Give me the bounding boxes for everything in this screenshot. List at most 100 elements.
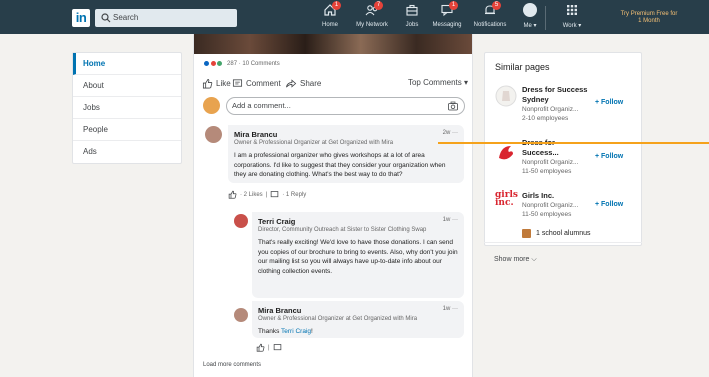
show-more-button[interactable]: Show more ⌵ [494, 256, 537, 264]
nav-me[interactable]: Me ▾ [519, 3, 541, 33]
reply-text-suffix: ! [311, 328, 313, 335]
nav-home-label: Home [321, 22, 338, 28]
follow-button[interactable]: + Follow [595, 153, 623, 160]
school-alumnus[interactable]: 1 school alumnus [522, 229, 590, 238]
annotation-line [438, 142, 709, 144]
comment-input[interactable]: Add a comment... [226, 97, 465, 115]
premium-link[interactable]: Try Premium Free for 1 Month [620, 11, 678, 25]
comment-text: I am a professional organizer who gives … [234, 152, 446, 178]
follow-button[interactable]: + Follow [595, 201, 623, 208]
search-placeholder: Search [113, 13, 139, 22]
comment-bubble: Mira Brancu Owner & Professional Organiz… [228, 125, 464, 183]
mention-link[interactable]: Terri Craig [281, 328, 311, 335]
commenter-avatar[interactable] [205, 126, 222, 143]
similar-page-info: Girls Inc. Nonprofit Organiz... 11-50 em… [522, 191, 592, 219]
replier-name[interactable]: Mira Brancu [258, 306, 458, 315]
replier-headline: Owner & Professional Organizer at Get Or… [258, 316, 418, 322]
reply-text-prefix: Thanks [258, 328, 282, 335]
company-logo-icon: girls inc. [495, 190, 518, 208]
replier-avatar[interactable] [234, 308, 248, 322]
similar-page-name[interactable]: Girls Inc. [522, 191, 592, 201]
sidebar-item-ads[interactable]: Ads [73, 141, 181, 163]
sidebar-item-people[interactable]: People [73, 119, 181, 141]
reply-bubble: Terri Craig Director, Community Outreach… [252, 212, 464, 298]
camera-icon[interactable] [448, 101, 458, 111]
likes-count[interactable]: · 2 Likes [240, 192, 263, 198]
company-logo-icon [495, 85, 517, 107]
sidebar-item-home[interactable]: Home [73, 53, 181, 75]
sort-comments-dropdown[interactable]: Top Comments ▾ [408, 78, 468, 87]
similar-page-item[interactable]: girls inc. Girls Inc. Nonprofit Organiz.… [485, 191, 641, 225]
replier-name[interactable]: Terri Craig [258, 217, 458, 226]
comment-meta[interactable]: 2w ··· [443, 130, 458, 136]
reply-icon[interactable] [270, 190, 279, 199]
replier-avatar[interactable] [234, 214, 248, 228]
similar-page-industry: Nonprofit Organiz... [522, 159, 579, 166]
comment-button[interactable]: Comment [232, 78, 281, 89]
search-icon [101, 13, 111, 23]
similar-page-item[interactable]: Dress for Success Sydney Nonprofit Organ… [485, 85, 641, 133]
school-icon [522, 229, 531, 238]
reply-meta[interactable]: 1w ··· [443, 306, 458, 312]
nav-home[interactable]: 1 Home [318, 1, 342, 33]
sidebar-item-jobs[interactable]: Jobs [73, 97, 181, 119]
search-input[interactable]: Search [95, 9, 237, 27]
commenter-headline: Owner & Professional Organizer at Get Or… [234, 140, 394, 146]
reply-meta[interactable]: 1w ··· [443, 217, 458, 223]
notifications-badge: 5 [492, 1, 501, 10]
comment-placeholder: Add a comment... [232, 101, 291, 110]
nav-notifications[interactable]: 5 Notifications [470, 1, 510, 33]
replies-count[interactable]: · 1 Reply [282, 192, 306, 198]
follow-button[interactable]: + Follow [595, 99, 623, 106]
nav-me-label: Me ▾ [523, 23, 537, 29]
nav-notifications-label: Notifications [473, 22, 507, 28]
nav-divider [545, 6, 546, 30]
like-label: Like [216, 79, 231, 88]
thumbs-up-icon[interactable] [228, 190, 237, 199]
load-more-comments-link[interactable]: Load more comments [203, 362, 261, 368]
thumbs-up-icon [202, 78, 213, 89]
reactions-count: 287 · 10 Comments [227, 60, 280, 67]
add-comment-row: Add a comment... [203, 97, 465, 115]
post-image[interactable] [194, 34, 472, 54]
nav-jobs[interactable]: Jobs [402, 3, 422, 33]
top-navigation-bar: in Search 1 Home 7 My Network Jobs 1 Mes… [0, 0, 709, 34]
company-sidebar: Home About Jobs People Ads [72, 52, 182, 164]
post-actions: Like Comment Share Top Comments ▾ [202, 76, 468, 90]
similar-page-industry: Nonprofit Organiz... [522, 202, 579, 209]
network-badge: 7 [374, 1, 383, 10]
linkedin-logo[interactable]: in [72, 9, 90, 27]
similar-page-item[interactable]: Dress for Success... Nonprofit Organiz..… [485, 138, 641, 178]
nav-my-network[interactable]: 7 My Network [351, 1, 393, 33]
nav-jobs-label: Jobs [405, 22, 419, 28]
similar-page-name[interactable]: Dress for Success Sydney [522, 85, 592, 105]
avatar-icon [523, 3, 537, 17]
comment-label: Comment [246, 79, 281, 88]
like-button[interactable]: Like [202, 78, 231, 89]
thumbs-up-icon[interactable] [256, 343, 265, 352]
reply-text: That's really exciting! We'd love to hav… [258, 239, 458, 275]
company-avatar [203, 97, 220, 114]
reply-bubble: Mira Brancu Owner & Professional Organiz… [252, 301, 464, 338]
replier-headline: Director, Community Outreach at Sister t… [258, 227, 427, 233]
similar-pages-title: Similar pages [495, 62, 550, 72]
company-logo-icon [499, 146, 513, 160]
nav-messaging[interactable]: 1 Messaging [430, 1, 464, 33]
reactions-summary[interactable]: 287 · 10 Comments [203, 60, 280, 67]
share-label: Share [300, 79, 322, 88]
comment-actions: · 2 Likes | · 1 Reply [228, 190, 306, 199]
bell-icon: 5 [483, 1, 501, 17]
nav-messaging-label: Messaging [432, 22, 462, 28]
share-button[interactable]: Share [285, 78, 321, 89]
similar-page-industry: Nonprofit Organiz... [522, 106, 579, 113]
commenter-name[interactable]: Mira Brancu [234, 130, 458, 139]
comment-icon [232, 79, 243, 87]
sidebar-item-about[interactable]: About [73, 75, 181, 97]
like-reaction-icon [203, 60, 210, 67]
reply-icon[interactable] [273, 343, 282, 352]
separator: | [265, 191, 268, 198]
similar-page-name[interactable]: Dress for Success... [522, 138, 592, 158]
nav-my-network-label: My Network [356, 22, 388, 28]
home-badge: 1 [332, 1, 341, 10]
nav-work[interactable]: Work ▾ [558, 3, 586, 33]
